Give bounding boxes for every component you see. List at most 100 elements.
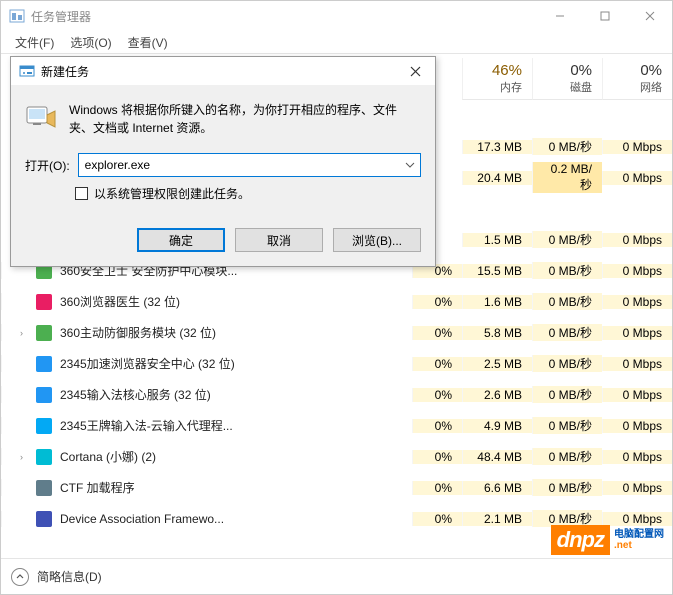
table-row[interactable]: 360浏览器医生 (32 位)0%1.6 MB0 MB/秒0 Mbps	[1, 286, 672, 317]
column-memory[interactable]: 46% 内存	[462, 58, 532, 100]
process-icon	[36, 356, 52, 372]
menu-file[interactable]: 文件(F)	[7, 32, 62, 53]
cell-mem: 1.5 MB	[462, 233, 532, 247]
cell-cpu: 0%	[412, 419, 462, 433]
process-name: CTF 加载程序	[60, 479, 135, 496]
close-button[interactable]	[627, 1, 672, 31]
chevron-down-icon[interactable]	[403, 157, 417, 173]
cell-mem: 4.9 MB	[462, 419, 532, 433]
cell-mem: 2.6 MB	[462, 388, 532, 402]
column-disk[interactable]: 0% 磁盘	[532, 58, 602, 100]
app-icon	[9, 8, 25, 24]
dialog-body: Windows 将根据你所键入的名称，为你打开相应的程序、文件夹、文档或 Int…	[11, 85, 435, 218]
open-combobox[interactable]	[78, 153, 421, 177]
cell-net: 0 Mbps	[602, 233, 672, 247]
process-icon	[36, 511, 52, 527]
process-icon	[36, 387, 52, 403]
cell-net: 0 Mbps	[602, 419, 672, 433]
window-controls	[537, 1, 672, 31]
cell-cpu: 0%	[412, 326, 462, 340]
collapse-icon[interactable]	[11, 568, 29, 586]
process-name: 360主动防御服务模块 (32 位)	[60, 324, 216, 341]
ok-button[interactable]: 确定	[137, 228, 225, 252]
process-icon	[36, 418, 52, 434]
process-name-cell: 2345输入法核心服务 (32 位)	[1, 386, 412, 403]
cell-disk: 0 MB/秒	[532, 231, 602, 248]
table-row[interactable]: 2345王牌输入法-云输入代理程... 0%4.9 MB0 MB/秒0 Mbps	[1, 410, 672, 441]
run-dialog: 新建任务 Windows 将根据你所键入的名称，为你打开相应的程序、文件夹、文档…	[10, 56, 436, 267]
watermark-line2: .net	[614, 540, 664, 551]
process-name: Cortana (小娜) (2)	[60, 448, 156, 465]
browse-button[interactable]: 浏览(B)...	[333, 228, 421, 252]
cell-net: 0 Mbps	[602, 481, 672, 495]
watermark-brand: dnpz	[551, 525, 610, 555]
cell-disk: 0 MB/秒	[532, 262, 602, 279]
cell-disk: 0 MB/秒	[532, 293, 602, 310]
process-name-cell: › Cortana (小娜) (2)	[1, 448, 412, 465]
cell-mem: 5.8 MB	[462, 326, 532, 340]
process-name-cell: Device Association Framewo...	[1, 511, 412, 527]
process-name-cell: › 360主动防御服务模块 (32 位)	[1, 324, 412, 341]
table-row[interactable]: CTF 加载程序 0%6.6 MB0 MB/秒0 Mbps	[1, 472, 672, 503]
minimize-button[interactable]	[537, 1, 582, 31]
table-row[interactable]: 2345加速浏览器安全中心 (32 位)0%2.5 MB0 MB/秒0 Mbps	[1, 348, 672, 379]
cell-net: 0 Mbps	[602, 357, 672, 371]
watermark-line1: 电脑配置网	[614, 529, 664, 540]
cell-net: 0 Mbps	[602, 295, 672, 309]
admin-checkbox[interactable]	[75, 187, 88, 200]
maximize-button[interactable]	[582, 1, 627, 31]
cell-cpu: 0%	[412, 357, 462, 371]
cell-net: 0 Mbps	[602, 512, 672, 526]
process-name: 360浏览器医生 (32 位)	[60, 293, 180, 310]
cell-cpu: 0%	[412, 388, 462, 402]
cell-mem: 20.4 MB	[462, 171, 532, 185]
process-name: 2345王牌输入法-云输入代理程...	[60, 417, 233, 434]
menu-view[interactable]: 查看(V)	[120, 32, 176, 53]
cancel-button[interactable]: 取消	[235, 228, 323, 252]
admin-checkbox-label: 以系统管理权限创建此任务。	[94, 185, 250, 202]
cell-cpu: 0%	[412, 295, 462, 309]
cell-mem: 6.6 MB	[462, 481, 532, 495]
expand-chevron-icon[interactable]: ›	[20, 328, 28, 338]
process-name-cell: 2345加速浏览器安全中心 (32 位)	[1, 355, 412, 372]
cell-disk: 0 MB/秒	[532, 324, 602, 341]
process-name-cell: 2345王牌输入法-云输入代理程...	[1, 417, 412, 434]
cell-net: 0 Mbps	[602, 171, 672, 185]
titlebar: 任务管理器	[1, 1, 672, 31]
cell-disk: 0 MB/秒	[532, 386, 602, 403]
process-name: 2345输入法核心服务 (32 位)	[60, 386, 211, 403]
table-header: 46% 内存 0% 磁盘 0% 网络	[462, 54, 672, 100]
process-name: 2345加速浏览器安全中心 (32 位)	[60, 355, 235, 372]
table-row[interactable]: ›Cortana (小娜) (2)0%48.4 MB0 MB/秒0 Mbps	[1, 441, 672, 472]
cell-net: 0 Mbps	[602, 450, 672, 464]
dialog-buttons: 确定 取消 浏览(B)...	[11, 218, 435, 266]
cell-disk: 0 MB/秒	[532, 355, 602, 372]
cell-net: 0 Mbps	[602, 140, 672, 154]
expand-chevron-icon[interactable]: ›	[20, 452, 28, 462]
run-icon	[25, 101, 57, 133]
watermark: dnpz 电脑配置网 .net	[551, 525, 668, 555]
cell-net: 0 Mbps	[602, 264, 672, 278]
process-name: Device Association Framewo...	[60, 512, 224, 526]
dialog-description: Windows 将根据你所键入的名称，为你打开相应的程序、文件夹、文档或 Int…	[69, 101, 421, 137]
menu-options[interactable]: 选项(O)	[62, 32, 119, 53]
cell-mem: 2.1 MB	[462, 512, 532, 526]
table-row[interactable]: › 360主动防御服务模块 (32 位) 0%5.8 MB0 MB/秒0 Mbps	[1, 317, 672, 348]
process-icon	[36, 294, 52, 310]
cell-disk: 0 MB/秒	[532, 417, 602, 434]
column-network[interactable]: 0% 网络	[602, 58, 672, 100]
open-label: 打开(O):	[25, 157, 70, 174]
process-icon	[36, 480, 52, 496]
open-input[interactable]	[78, 153, 421, 177]
dialog-titlebar: 新建任务	[11, 57, 435, 85]
dialog-close-button[interactable]	[399, 60, 431, 82]
cell-net: 0 Mbps	[602, 326, 672, 340]
table-row[interactable]: 2345输入法核心服务 (32 位)0%2.6 MB0 MB/秒0 Mbps	[1, 379, 672, 410]
process-name-cell: 360浏览器医生 (32 位)	[1, 293, 412, 310]
footer-details-link[interactable]: 简略信息(D)	[37, 568, 102, 585]
dialog-icon	[19, 63, 35, 79]
cell-disk: 0 MB/秒	[532, 479, 602, 496]
process-icon	[36, 325, 52, 341]
cell-cpu: 0%	[412, 512, 462, 526]
cell-cpu: 0%	[412, 481, 462, 495]
